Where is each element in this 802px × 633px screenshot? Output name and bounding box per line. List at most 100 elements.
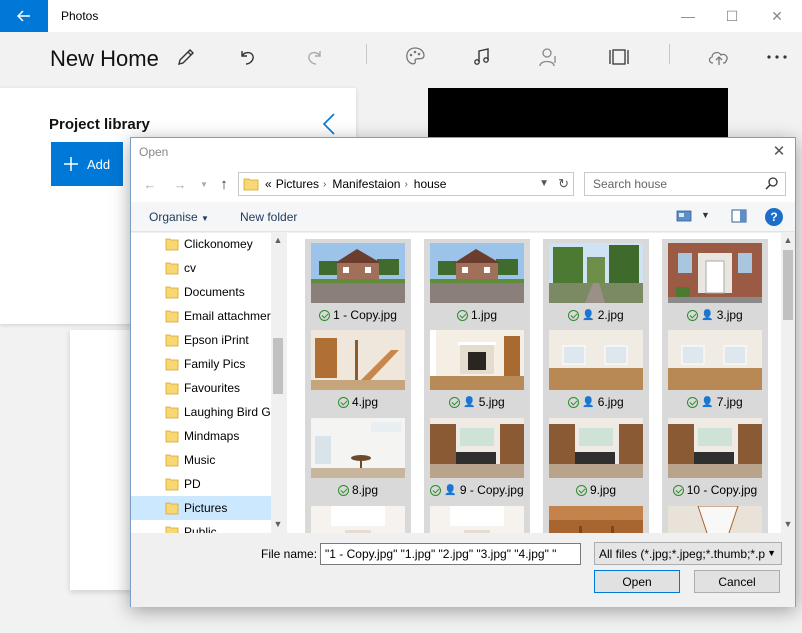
photo-thumbnail	[668, 418, 762, 478]
add-button-label: Add	[87, 156, 111, 172]
navigation-scroll-thumb[interactable]	[273, 338, 283, 394]
file-tile[interactable]: 👤 5.jpg	[424, 326, 530, 414]
file-tile[interactable]: 👤 9 - Copy.jpg	[424, 414, 530, 502]
preview-pane-icon[interactable]	[731, 209, 747, 228]
address-dropdown-icon[interactable]: ▼	[539, 178, 549, 189]
file-tile[interactable]: 👤 2.jpg	[543, 239, 649, 327]
shared-person-icon: 👤	[701, 309, 714, 321]
nav-folder-item[interactable]: PD	[131, 472, 271, 496]
change-view-icon[interactable]	[676, 209, 692, 228]
project-toolbar: New Home	[0, 32, 802, 88]
file-tile[interactable]: 👤 6.jpg	[543, 326, 649, 414]
narration-person-icon[interactable]	[536, 44, 562, 70]
nav-folder-item[interactable]: Family Pics	[131, 352, 271, 376]
maximize-button[interactable]: ☐	[722, 6, 742, 26]
breadcrumb-item[interactable]: Pictures	[276, 177, 319, 191]
nav-folder-item[interactable]: Clickonomey	[131, 233, 271, 256]
file-tile[interactable]: 1 - Copy.jpg	[305, 239, 411, 327]
up-folder-icon[interactable]: ↑	[215, 176, 233, 194]
navigation-pane: Clickonomey cv Documents Email attachmer Eps…	[131, 233, 285, 533]
nav-folder-item[interactable]: cv	[131, 256, 271, 280]
cloud-upload-icon[interactable]	[706, 44, 732, 70]
folder-icon	[165, 430, 179, 443]
file-tile[interactable]	[424, 502, 530, 533]
breadcrumb-separator-icon: ›	[323, 178, 327, 190]
nav-folder-label: Mindmaps	[184, 429, 240, 443]
nav-folder-label: PD	[184, 477, 201, 491]
new-folder-button[interactable]: New folder	[240, 210, 297, 224]
file-tile[interactable]: 👤 7.jpg	[662, 326, 768, 414]
nav-folder-item[interactable]: Epson iPrint	[131, 328, 271, 352]
nav-folder-item[interactable]: Mindmaps	[131, 424, 271, 448]
organise-dropdown-icon: ▼	[201, 214, 209, 223]
file-tile[interactable]: 9.jpg	[543, 414, 649, 502]
file-tile[interactable]: 👤 3.jpg	[662, 239, 768, 327]
close-window-button[interactable]: ✕	[767, 6, 787, 26]
search-input[interactable]: Search house	[584, 172, 786, 196]
nav-folder-item[interactable]: Documents	[131, 280, 271, 304]
sync-status-check-icon	[449, 396, 461, 408]
photo-thumbnail	[549, 418, 643, 478]
minimize-button[interactable]: —	[678, 6, 698, 26]
nav-folder-item[interactable]: Public	[131, 520, 271, 533]
file-type-select[interactable]: All files (*.jpg;*.jpeg;*.thumb;*.p ▼	[594, 542, 782, 565]
add-button[interactable]: Add	[51, 142, 123, 186]
shared-person-icon: 👤	[582, 309, 595, 321]
back-button[interactable]	[0, 0, 48, 32]
photo-thumbnail	[668, 243, 762, 303]
file-tile[interactable]: 8.jpg	[305, 414, 411, 502]
edit-title-pencil-icon[interactable]	[173, 44, 199, 70]
more-options-icon[interactable]	[764, 44, 790, 70]
breadcrumb-item[interactable]: house	[414, 177, 447, 191]
view-dropdown-icon[interactable]: ▼	[701, 210, 710, 220]
file-type-value: All files (*.jpg;*.jpeg;*.thumb;*.p	[599, 547, 766, 561]
file-tile[interactable]: 1.jpg	[424, 239, 530, 327]
organise-menu[interactable]: Organise ▼	[149, 210, 209, 224]
file-name: 1.jpg	[470, 308, 498, 322]
file-tile[interactable]	[543, 502, 649, 533]
aspect-ratio-icon[interactable]	[606, 44, 632, 70]
cancel-button[interactable]: Cancel	[694, 570, 780, 593]
open-button[interactable]: Open	[594, 570, 680, 593]
file-list-scroll-thumb[interactable]	[783, 250, 793, 320]
scroll-down-arrow-icon[interactable]: ▼	[271, 519, 285, 529]
undo-icon[interactable]	[234, 44, 260, 70]
file-caption: 9.jpg	[543, 481, 649, 499]
folder-icon	[165, 310, 179, 323]
scroll-up-arrow-icon[interactable]: ▲	[271, 235, 285, 245]
nav-folder-item[interactable]: Laughing Bird G	[131, 400, 271, 424]
file-name: 4.jpg	[351, 395, 379, 409]
breadcrumb-item[interactable]: Manifestaion	[332, 177, 400, 191]
file-tile[interactable]: 10 - Copy.jpg	[662, 414, 768, 502]
back-nav-icon[interactable]: ←	[141, 176, 159, 194]
file-name: 5.jpg	[478, 395, 505, 409]
nav-folder-item[interactable]: Favourites	[131, 376, 271, 400]
dialog-close-button[interactable]: ✕	[769, 142, 789, 162]
sync-status-check-icon	[456, 309, 468, 321]
breadcrumb-separator-icon: ›	[404, 178, 408, 190]
forward-nav-icon[interactable]: →	[171, 176, 189, 194]
refresh-icon[interactable]: ↻	[558, 176, 569, 192]
file-name: 9.jpg	[589, 483, 617, 497]
folder-icon	[165, 286, 179, 299]
file-name: 1 - Copy.jpg	[333, 308, 397, 322]
nav-folder-label: Favourites	[184, 381, 241, 395]
help-icon[interactable]: ?	[765, 208, 783, 226]
file-tile[interactable]	[662, 502, 768, 533]
themes-palette-icon[interactable]	[402, 44, 428, 70]
nav-folder-item[interactable]: Music	[131, 448, 271, 472]
scroll-up-arrow-icon[interactable]: ▲	[781, 235, 795, 245]
shared-person-icon: 👤	[463, 396, 476, 408]
file-name-input[interactable]: "1 - Copy.jpg" "1.jpg" "2.jpg" "3.jpg" "…	[320, 543, 581, 565]
photo-thumbnail	[311, 418, 405, 478]
music-note-icon[interactable]	[469, 44, 495, 70]
file-tile[interactable]	[305, 502, 411, 533]
nav-folder-item[interactable]: Pictures	[131, 496, 271, 520]
file-tile[interactable]: 4.jpg	[305, 326, 411, 414]
nav-folder-item[interactable]: Email attachmer	[131, 304, 271, 328]
redo-icon[interactable]	[302, 44, 328, 70]
recent-locations-chevron-icon[interactable]: ▼	[195, 176, 213, 194]
scroll-down-arrow-icon[interactable]: ▼	[781, 519, 795, 529]
file-caption: 10 - Copy.jpg	[662, 481, 768, 499]
address-bar[interactable]: « Pictures › Manifestaion › house ▼ ↻	[238, 172, 574, 196]
